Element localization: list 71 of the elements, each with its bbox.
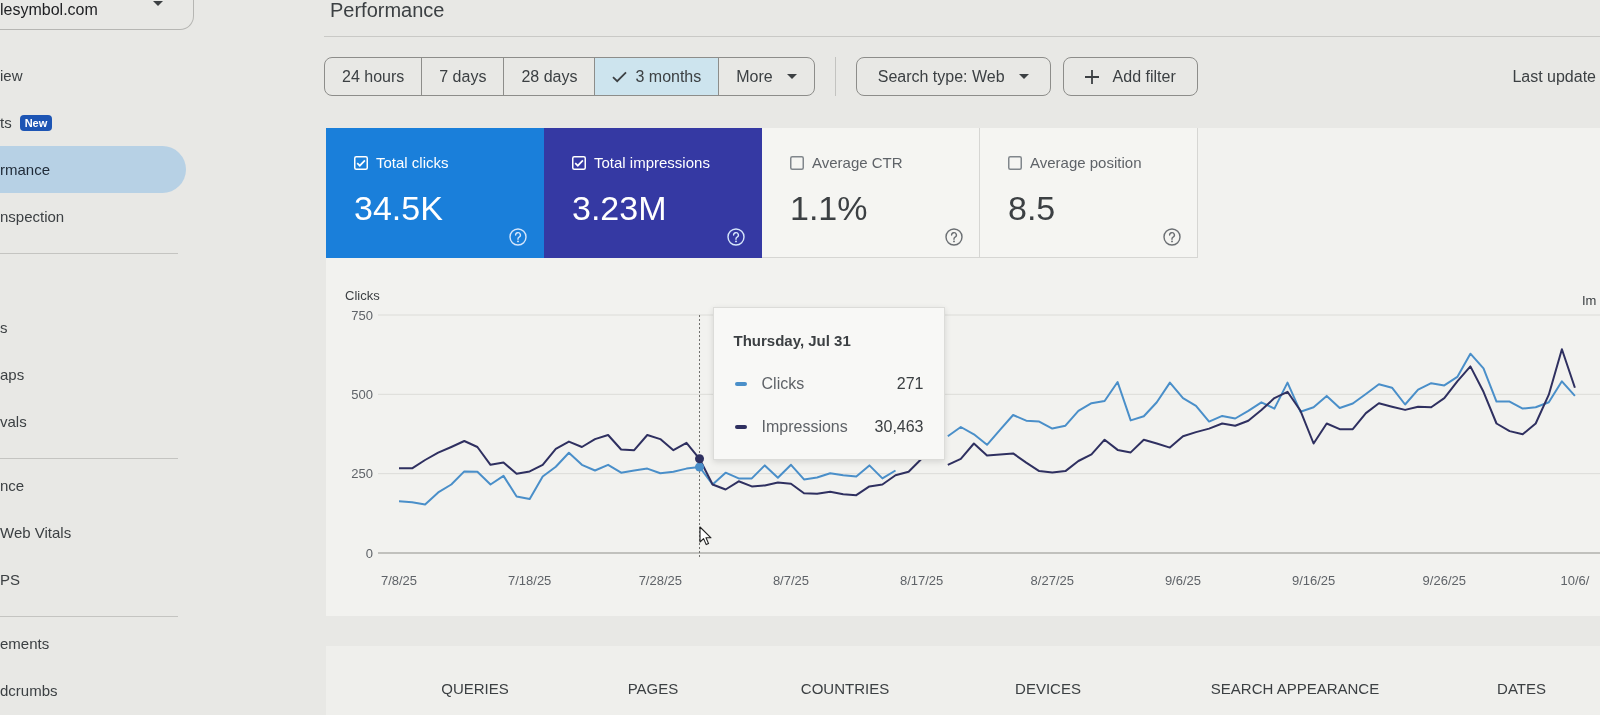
metric-value: 3.23M [572,188,667,228]
y-axis-title: Clicks [345,288,380,303]
x-axis-tick-label: 10/6/ [1560,573,1590,588]
nav-item[interactable]: dcrumbs [0,667,186,714]
data-point-marker [695,462,704,472]
property-selector[interactable]: lesymbol.com [0,0,194,30]
report-tab[interactable]: QUERIES [437,674,513,702]
x-axis-tick-label: 7/28/25 [638,573,682,588]
check-icon [612,70,628,83]
x-axis-tick-label: 8/17/25 [899,573,944,588]
more-dropdown-button[interactable]: More [718,58,814,95]
nav-item[interactable]: rmance [0,146,186,193]
nav-item[interactable]: Web Vitals [0,509,186,556]
caret-down-icon [786,74,797,79]
nav-item[interactable]: vals [0,398,186,445]
nav-item[interactable]: ts New [0,99,186,146]
x-axis-tick-label: 9/16/25 [1291,573,1336,588]
date-range-button[interactable]: 7 days [421,58,504,95]
caret-down-icon [153,1,163,6]
caret-down-icon [1018,74,1029,79]
tooltip-series-label: Clicks [761,375,805,393]
metric-label: Total clicks [376,154,449,171]
report-tab[interactable]: COUNTRIES [796,674,894,702]
help-icon[interactable] [1163,228,1181,246]
checkbox[interactable] [1008,155,1022,170]
date-range-button[interactable]: 24 hours [325,58,422,95]
nav-item[interactable]: s [0,304,186,351]
metric-value: 1.1% [790,188,868,228]
metric-label: Average CTR [812,154,903,171]
metric-value: 34.5K [354,188,443,228]
last-update-text: Last update [1512,67,1597,86]
metric-label: Total impressions [594,154,710,171]
x-axis-tick-label: 9/26/25 [1422,573,1466,588]
tooltip-date: Thursday, Jul 31 [733,331,851,351]
x-axis-tick-label: 8/27/25 [1030,573,1074,588]
x-axis-tick-label: 8/7/25 [772,573,810,588]
report-tab[interactable]: DEVICES [1011,674,1085,702]
add-filter-button[interactable]: Add filter [1062,57,1198,96]
y-axis-tick-label: 250 [351,466,373,482]
nav-item[interactable]: PS [0,556,186,603]
x-axis-tick-label: 7/18/25 [507,573,552,588]
page-title: Performance [330,0,445,20]
metric-card[interactable]: Average CTR 1.1% [762,128,980,258]
nav-item[interactable]: iew [0,52,186,99]
tooltip-series-value: 30,463 [874,418,924,436]
data-point-marker [695,454,704,464]
x-axis-tick-label: 7/8/25 [380,573,418,588]
search-type-dropdown[interactable]: Search type: Web [855,57,1051,96]
plus-icon [1084,69,1099,84]
nav-item[interactable]: aps [0,351,186,398]
help-icon[interactable] [945,228,963,246]
report-tab[interactable]: PAGES [623,674,683,702]
new-badge: New [19,114,53,131]
mouse-pointer-icon [698,526,712,546]
metric-value: 8.5 [1008,188,1056,228]
date-range-button[interactable]: 3 months [594,58,719,95]
right-axis-title: Im [1582,293,1597,308]
nav-section-header: nce [0,477,25,494]
nav-section-header: ements [0,635,50,652]
nav-item[interactable]: nspection [0,193,186,240]
metric-card[interactable]: Average position 8.5 [980,128,1198,258]
x-axis-tick-label: 9/6/25 [1164,573,1202,588]
y-axis-tick-label: 750 [351,307,373,323]
y-axis-tick-label: 0 [365,545,373,561]
report-tab[interactable]: DATES [1493,674,1550,702]
checkbox[interactable] [790,155,804,170]
tooltip-series-value: 271 [896,375,924,393]
y-axis-tick-label: 500 [351,386,373,402]
tooltip-series-label: Impressions [761,418,848,436]
report-tab[interactable]: SEARCH APPEARANCE [1206,674,1384,702]
metric-label: Average position [1030,154,1142,171]
